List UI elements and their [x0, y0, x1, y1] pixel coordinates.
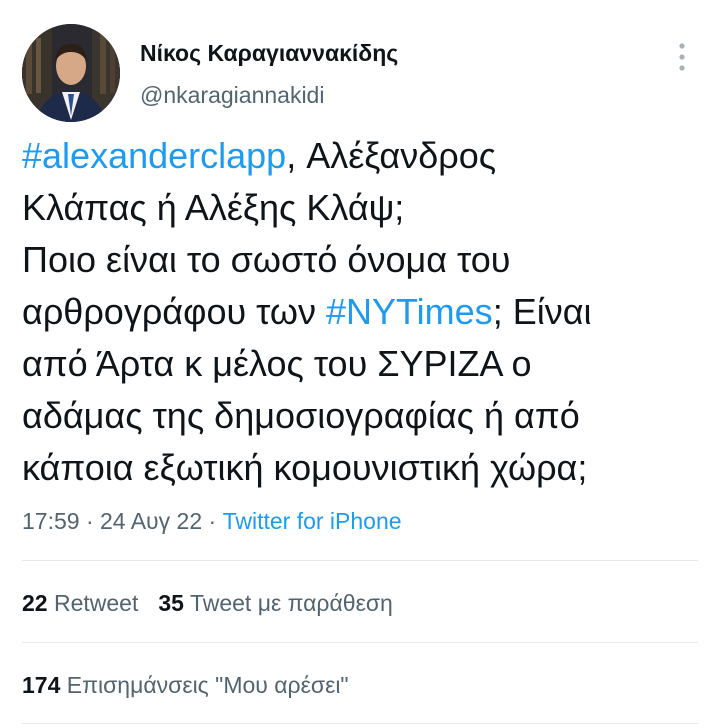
tweet-text-segment: Ποιο είναι το σωστό όνομα του — [22, 239, 511, 280]
author-handle[interactable]: @nkaragiannakidi — [140, 82, 324, 109]
tweet-card: Νίκος Καραγιαννακίδης @nkaragiannakidi #… — [0, 0, 720, 728]
avatar[interactable] — [22, 24, 120, 122]
tweet-text-segment: αρθρογράφου των — [22, 291, 326, 332]
tweet-text-segment: από Άρτα κ μέλος του ΣΥΡΙΖΑ ο — [22, 343, 532, 384]
meta-separator: · — [202, 508, 223, 534]
tweet-text-line: από Άρτα κ μέλος του ΣΥΡΙΖΑ ο — [22, 338, 702, 390]
divider — [22, 642, 698, 643]
tweet-text-segment: , Αλέξανδρος — [286, 135, 497, 176]
tweet-date[interactable]: 24 Αυγ 22 — [100, 508, 202, 534]
tweet-text-line: κάποια εξωτική κομουνιστική χώρα; — [22, 442, 702, 494]
tweet-time[interactable]: 17:59 — [22, 508, 80, 534]
retweets-label: Retweet — [53, 590, 139, 616]
tweet-source-link[interactable]: Twitter for iPhone — [223, 508, 402, 534]
likes-stat[interactable]: 174 Επισημάνσεις "Μου αρέσει" — [22, 672, 349, 698]
tweet-text-line: #alexanderclapp, Αλέξανδρος — [22, 130, 702, 182]
share-stats: 22 Retweet 35 Tweet με παράθεση — [22, 590, 393, 617]
tweet-text-segment: αδάμας της δημοσιογραφίας ή από — [22, 395, 580, 436]
tweet-meta: 17:59 · 24 Αυγ 22 · Twitter for iPhone — [22, 508, 402, 535]
tweet-text-line: Ποιο είναι το σωστό όνομα του — [22, 234, 702, 286]
retweets-stat[interactable]: 22 Retweet — [22, 590, 138, 616]
hashtag-link[interactable]: #NYTimes — [326, 291, 493, 332]
more-vertical-icon[interactable] — [672, 40, 692, 74]
quotes-label: Tweet με παράθεση — [189, 590, 393, 616]
quotes-count: 35 — [158, 590, 184, 616]
quote-tweets-stat[interactable]: 35 Tweet με παράθεση — [158, 590, 392, 616]
tweet-text-line: Κλάπας ή Αλέξης Κλάψ; — [22, 182, 702, 234]
tweet-text: #alexanderclapp, Αλέξανδρος Κλάπας ή Αλέξ… — [22, 130, 702, 494]
meta-separator: · — [79, 508, 101, 534]
tweet-text-segment: κάποια εξωτική κομουνιστική χώρα; — [22, 447, 588, 488]
author-display-name[interactable]: Νίκος Καραγιαννακίδης — [140, 40, 398, 67]
tweet-text-segment: ; Είναι — [492, 291, 592, 332]
divider — [22, 723, 698, 724]
hashtag-link[interactable]: #alexanderclapp — [22, 135, 286, 176]
tweet-text-segment: Κλάπας ή Αλέξης Κλάψ; — [22, 187, 405, 228]
likes-stats: 174 Επισημάνσεις "Μου αρέσει" — [22, 672, 349, 699]
divider — [22, 560, 698, 561]
likes-label: Επισημάνσεις "Μου αρέσει" — [66, 672, 349, 698]
likes-count: 174 — [22, 672, 61, 698]
retweets-count: 22 — [22, 590, 48, 616]
tweet-text-line: αρθρογράφου των #NYTimes; Είναι — [22, 286, 702, 338]
tweet-text-line: αδάμας της δημοσιογραφίας ή από — [22, 390, 702, 442]
